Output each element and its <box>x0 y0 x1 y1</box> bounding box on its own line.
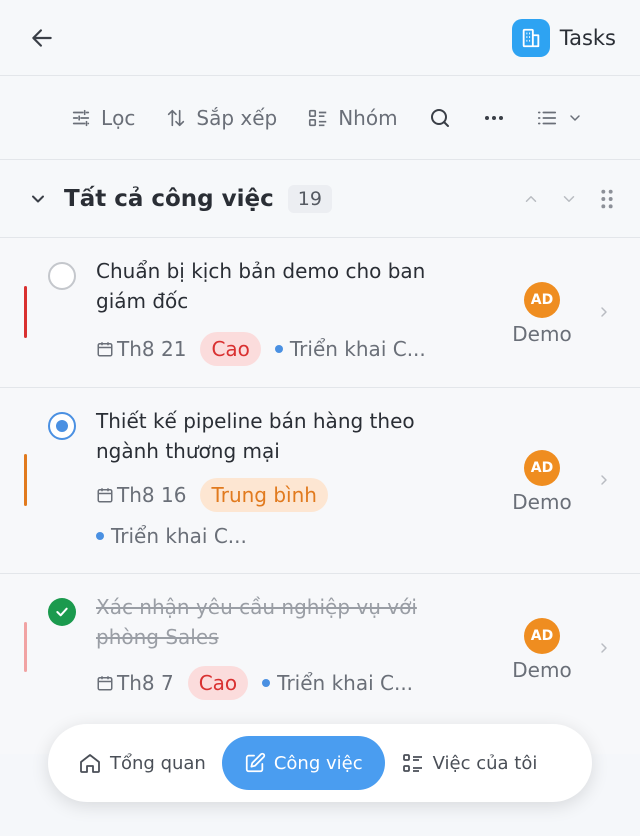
arrow-left-icon <box>32 28 52 47</box>
chevron-up-icon <box>525 195 537 202</box>
chevron-right-icon <box>601 307 607 317</box>
nav-tasks-label: Công việc <box>273 752 363 774</box>
project-name: Triển khai C... <box>289 337 426 361</box>
bottom-nav: Tổng quan Công việc Việc của tôi <box>48 724 592 802</box>
app-brand: Tasks <box>511 18 616 57</box>
toolbar: Lọc Sắp xếp Nhóm <box>0 76 640 160</box>
chevron-down-icon <box>32 195 44 202</box>
group-actions <box>522 188 616 210</box>
task-assignee: AD Demo <box>508 282 576 346</box>
move-up-button[interactable] <box>522 190 540 208</box>
task-project-row: Triển khai C... <box>96 524 247 548</box>
avatar: AD <box>524 450 560 486</box>
priority-indicator <box>24 454 27 506</box>
task-checkbox[interactable] <box>48 598 76 626</box>
calendar-icon <box>97 342 113 357</box>
checkmark-icon <box>56 607 68 617</box>
project-dot <box>96 532 104 540</box>
nav-tasks[interactable]: Công việc <box>221 736 385 790</box>
chevron-down-icon <box>569 114 580 121</box>
task-project: Triển khai C... <box>262 671 413 695</box>
avatar: AD <box>524 618 560 654</box>
group-button[interactable]: Nhóm <box>307 105 398 130</box>
assignee-name: Demo <box>512 490 572 514</box>
group-header: Tất cả công việc 19 <box>0 160 640 238</box>
task-title: Thiết kế pipeline bán hàng theo ngành th… <box>96 409 415 463</box>
more-dots-icon <box>484 115 503 120</box>
drag-handle[interactable] <box>598 188 616 210</box>
due-date-text: Th8 7 <box>117 671 174 695</box>
priority-indicator <box>24 286 27 338</box>
task-row[interactable]: Chuẩn bị kịch bản demo cho ban giám đốc … <box>0 238 640 388</box>
more-button[interactable] <box>482 106 506 130</box>
due-date-text: Th8 21 <box>117 337 187 361</box>
list-icon <box>537 111 556 124</box>
chevron-down-icon <box>563 195 575 202</box>
sliders-icon <box>70 107 92 129</box>
back-button[interactable] <box>28 24 56 52</box>
due-date-text: Th8 16 <box>117 483 187 507</box>
task-meta: Th8 21 Cao Triển khai C... <box>96 332 426 366</box>
chevron-right-icon <box>601 643 607 653</box>
nav-my-tasks-label: Việc của tôi <box>432 752 538 774</box>
priority-indicator <box>24 622 27 672</box>
sort-label: Sắp xếp <box>196 105 278 130</box>
assignee-name: Demo <box>512 658 572 682</box>
project-name: Triển khai C... <box>277 671 414 695</box>
search-button[interactable] <box>428 106 452 130</box>
priority-badge: Trung bình <box>200 478 328 512</box>
nav-overview-label: Tổng quan <box>110 752 206 774</box>
task-assignee: AD Demo <box>508 450 576 514</box>
app-title: Tasks <box>559 25 616 50</box>
task-assignee: AD Demo <box>508 618 576 682</box>
checklist-icon <box>402 754 422 772</box>
assignee-name: Demo <box>512 322 572 346</box>
group-count-badge: 19 <box>287 184 332 213</box>
task-due-date: Th8 7 <box>96 671 174 695</box>
project-name: Triển khai C... <box>111 524 247 548</box>
view-mode-button[interactable] <box>536 107 583 129</box>
app-header: Tasks <box>0 0 640 76</box>
calendar-icon <box>97 488 113 503</box>
task-due-date: Th8 16 <box>96 483 186 507</box>
calendar-icon <box>97 676 113 691</box>
task-meta: Th8 16 Trung bình <box>96 478 328 512</box>
task-checkbox[interactable] <box>48 412 76 440</box>
group-list-icon <box>307 107 329 129</box>
chevron-right-icon <box>601 475 607 485</box>
home-icon <box>80 754 100 773</box>
task-title: Xác nhận yêu cầu nghiệp vụ với phòng Sal… <box>96 595 417 649</box>
filter-button[interactable]: Lọc <box>70 106 135 130</box>
move-down-button[interactable] <box>560 190 578 208</box>
nav-overview[interactable]: Tổng quan <box>62 736 222 790</box>
priority-badge: Cao <box>187 666 249 700</box>
sort-button[interactable]: Sắp xếp <box>165 106 277 130</box>
project-dot <box>274 345 283 353</box>
drag-handle-icon <box>601 189 613 208</box>
building-icon <box>511 18 550 57</box>
group-title: Tất cả công việc <box>64 185 274 212</box>
task-meta: Th8 7 Cao Triển khai C... <box>96 666 413 700</box>
task-row[interactable]: Thiết kế pipeline bán hàng theo ngành th… <box>0 388 640 574</box>
priority-badge: Cao <box>200 332 261 366</box>
sort-arrows-icon <box>165 107 187 129</box>
collapse-group-button[interactable] <box>28 189 48 209</box>
task-project: Triển khai C... <box>274 337 426 361</box>
task-due-date: Th8 21 <box>96 337 186 361</box>
project-dot <box>262 679 271 687</box>
group-label: Nhóm <box>338 105 398 130</box>
task-project: Triển khai C... <box>96 524 247 548</box>
task-checkbox[interactable] <box>48 262 76 290</box>
task-title: Chuẩn bị kịch bản demo cho ban giám đốc <box>96 259 426 313</box>
avatar: AD <box>524 282 560 318</box>
search-icon <box>430 108 449 127</box>
edit-icon <box>245 752 265 773</box>
nav-my-tasks[interactable]: Việc của tôi <box>385 736 554 790</box>
filter-label: Lọc <box>101 105 136 130</box>
